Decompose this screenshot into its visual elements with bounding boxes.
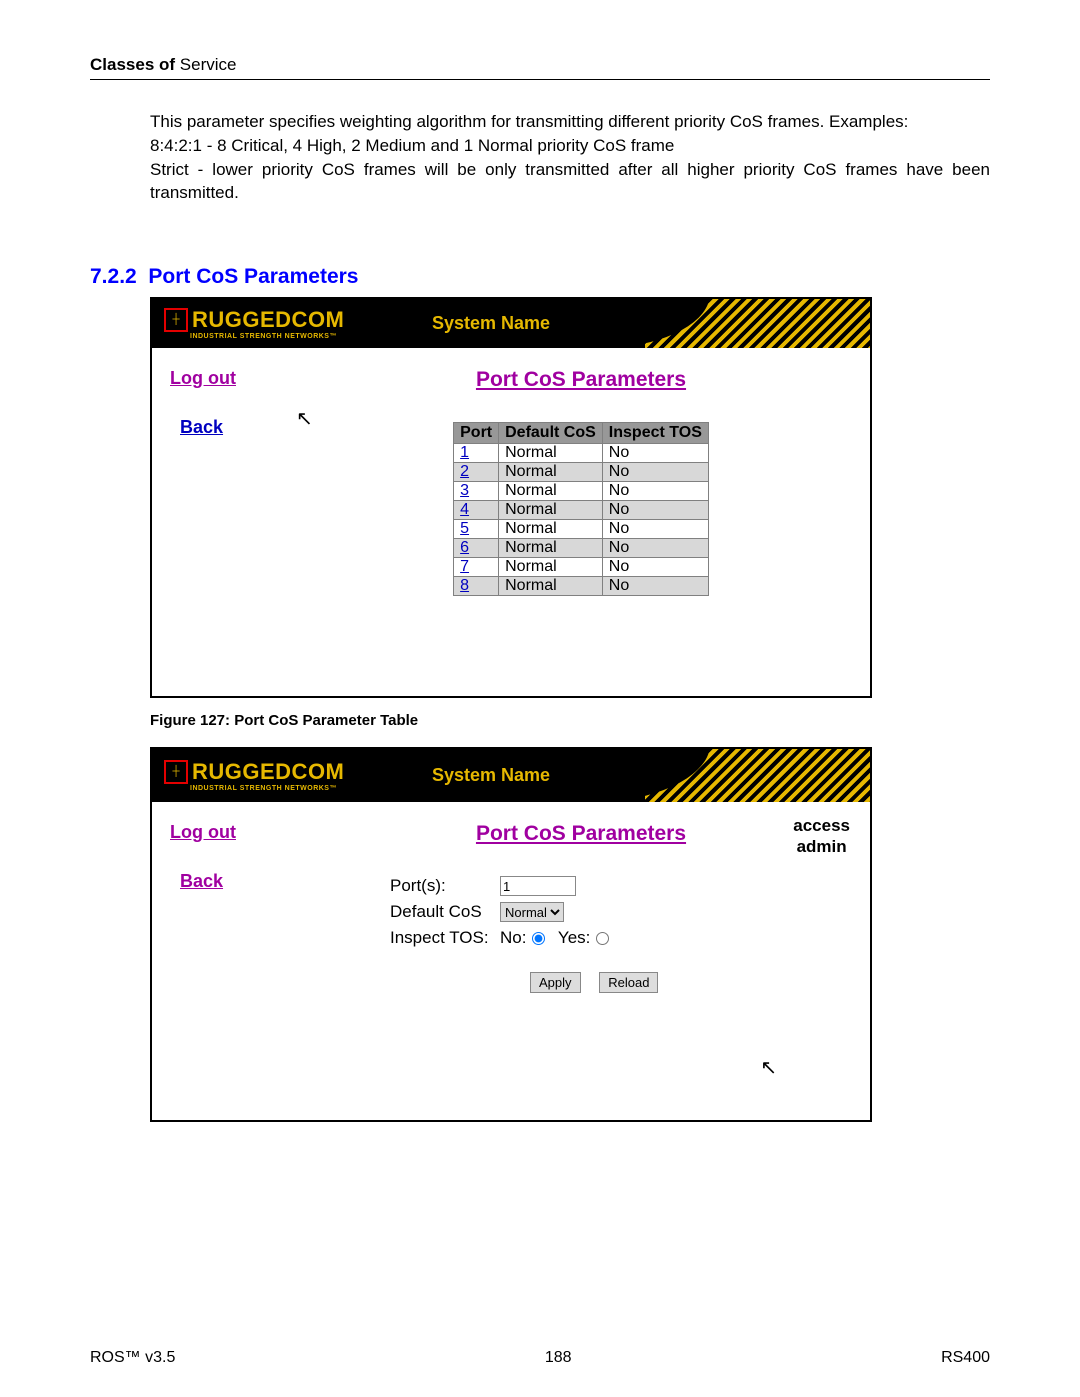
table-row: 3 NormalNo xyxy=(454,482,709,501)
app-banner: ┼ RUGGEDCOM INDUSTRIAL STRENGTH NETWORKS… xyxy=(152,299,870,348)
banner-hatch xyxy=(645,749,870,802)
back-link[interactable]: Back xyxy=(180,417,223,438)
footer-page-number: 188 xyxy=(545,1349,572,1367)
screenshot-port-cos-form: ┼ RUGGEDCOM INDUSTRIAL STRENGTH NETWORKS… xyxy=(150,747,872,1122)
cell-tos: No xyxy=(602,520,708,539)
cursor-icon: ↖ xyxy=(760,1055,777,1080)
cell-tos: No xyxy=(602,501,708,520)
section-number: 7.2.2 xyxy=(90,265,137,288)
cell-cos: Normal xyxy=(499,539,603,558)
cell-tos: No xyxy=(602,482,708,501)
cell-cos: Normal xyxy=(499,577,603,596)
cell-cos: Normal xyxy=(499,501,603,520)
port-link[interactable]: 3 xyxy=(460,482,469,499)
default-cos-label: Default CoS xyxy=(390,902,500,922)
content-area-2: Log out Back access admin Port CoS Param… xyxy=(152,802,870,1120)
system-name-label: System Name xyxy=(432,765,550,786)
col-default-cos: Default CoS xyxy=(499,423,603,444)
page-header: Classes of Service xyxy=(90,55,990,80)
port-link[interactable]: 5 xyxy=(460,520,469,537)
nav-links: Log out Back xyxy=(170,358,310,678)
reload-button[interactable]: Reload xyxy=(599,972,658,993)
logo-icon: ┼ xyxy=(164,760,188,784)
radio-no-label: No: xyxy=(500,928,526,948)
default-cos-select[interactable]: Normal xyxy=(500,902,564,922)
port-link[interactable]: 1 xyxy=(460,444,469,461)
cell-cos: Normal xyxy=(499,444,603,463)
app-banner: ┼ RUGGEDCOM INDUSTRIAL STRENGTH NETWORKS… xyxy=(152,749,870,802)
cell-cos: Normal xyxy=(499,482,603,501)
ports-input[interactable] xyxy=(500,876,576,896)
header-rest: Service xyxy=(175,55,236,74)
logo-icon: ┼ xyxy=(164,308,188,332)
page-footer: ROS™ v3.5 188 RS400 xyxy=(90,1349,990,1367)
table-row: 6 NormalNo xyxy=(454,539,709,558)
port-link[interactable]: 4 xyxy=(460,501,469,518)
col-inspect-tos: Inspect TOS xyxy=(602,423,708,444)
table-row: 2 NormalNo xyxy=(454,463,709,482)
intro-p1: This parameter specifies weighting algor… xyxy=(150,110,990,134)
port-cos-table: Port Default CoS Inspect TOS 1NormalNo 2… xyxy=(453,422,709,596)
table-row: 1 NormalNo xyxy=(454,444,709,463)
button-row: Apply Reload xyxy=(530,972,852,993)
header-bold: Classes of xyxy=(90,55,175,74)
cell-tos: No xyxy=(602,577,708,596)
table-row: 5 NormalNo xyxy=(454,520,709,539)
cell-cos: Normal xyxy=(499,520,603,539)
panel-title-1: Port CoS Parameters xyxy=(310,368,852,392)
cell-cos: Normal xyxy=(499,463,603,482)
intro-text: This parameter specifies weighting algor… xyxy=(150,110,990,205)
main-column-2: Port CoS Parameters Port(s): Default CoS… xyxy=(310,812,852,1102)
cell-tos: No xyxy=(602,539,708,558)
cell-tos: No xyxy=(602,444,708,463)
inspect-tos-yes-radio[interactable] xyxy=(596,932,609,945)
footer-left: ROS™ v3.5 xyxy=(90,1349,175,1367)
cell-cos: Normal xyxy=(499,558,603,577)
main-column-1: Port CoS Parameters Port Default CoS Ins… xyxy=(310,358,852,678)
port-link[interactable]: 2 xyxy=(460,463,469,480)
col-port: Port xyxy=(454,423,499,444)
section-heading: 7.2.2 Port CoS Parameters xyxy=(90,265,990,289)
table-row: 7 NormalNo xyxy=(454,558,709,577)
figure-caption: Figure 127: Port CoS Parameter Table xyxy=(150,712,990,729)
logo-brand: RUGGEDCOM xyxy=(192,761,344,783)
intro-p3: Strict - lower priority CoS frames will … xyxy=(150,158,990,206)
port-cos-form: Port(s): Default CoS Normal Inspect TOS:… xyxy=(390,876,852,993)
radio-yes-label: Yes: xyxy=(558,928,590,948)
logout-link[interactable]: Log out xyxy=(170,368,236,389)
port-link[interactable]: 6 xyxy=(460,539,469,556)
cell-tos: No xyxy=(602,558,708,577)
port-link[interactable]: 7 xyxy=(460,558,469,575)
ports-label: Port(s): xyxy=(390,876,500,896)
footer-right: RS400 xyxy=(941,1349,990,1367)
section-title: Port CoS Parameters xyxy=(148,265,358,288)
ruggedcom-logo: ┼ RUGGEDCOM INDUSTRIAL STRENGTH NETWORKS… xyxy=(164,760,344,792)
port-link[interactable]: 8 xyxy=(460,577,469,594)
panel-title-2: Port CoS Parameters xyxy=(310,822,852,846)
logo-brand: RUGGEDCOM xyxy=(192,309,344,331)
content-area-1: Log out Back ↖ Port CoS Parameters Port … xyxy=(152,348,870,696)
intro-p2: 8:4:2:1 - 8 Critical, 4 High, 2 Medium a… xyxy=(150,134,990,158)
row-inspect-tos: Inspect TOS: No: Yes: xyxy=(390,928,852,948)
inspect-tos-no-radio[interactable] xyxy=(532,932,545,945)
logo-tagline: INDUSTRIAL STRENGTH NETWORKS™ xyxy=(190,333,344,340)
table-row: 8 NormalNo xyxy=(454,577,709,596)
inspect-tos-label: Inspect TOS: xyxy=(390,928,500,948)
cell-tos: No xyxy=(602,463,708,482)
row-default-cos: Default CoS Normal xyxy=(390,902,852,922)
table-row: 4 NormalNo xyxy=(454,501,709,520)
table-header-row: Port Default CoS Inspect TOS xyxy=(454,423,709,444)
row-ports: Port(s): xyxy=(390,876,852,896)
apply-button[interactable]: Apply xyxy=(530,972,581,993)
logo-tagline: INDUSTRIAL STRENGTH NETWORKS™ xyxy=(190,785,344,792)
nav-links: Log out Back xyxy=(170,812,310,1102)
screenshot-port-cos-table: ┼ RUGGEDCOM INDUSTRIAL STRENGTH NETWORKS… xyxy=(150,297,872,698)
ruggedcom-logo: ┼ RUGGEDCOM INDUSTRIAL STRENGTH NETWORKS… xyxy=(164,308,344,340)
back-link[interactable]: Back xyxy=(180,871,223,892)
system-name-label: System Name xyxy=(432,313,550,334)
banner-hatch xyxy=(645,299,870,348)
logout-link[interactable]: Log out xyxy=(170,822,236,843)
